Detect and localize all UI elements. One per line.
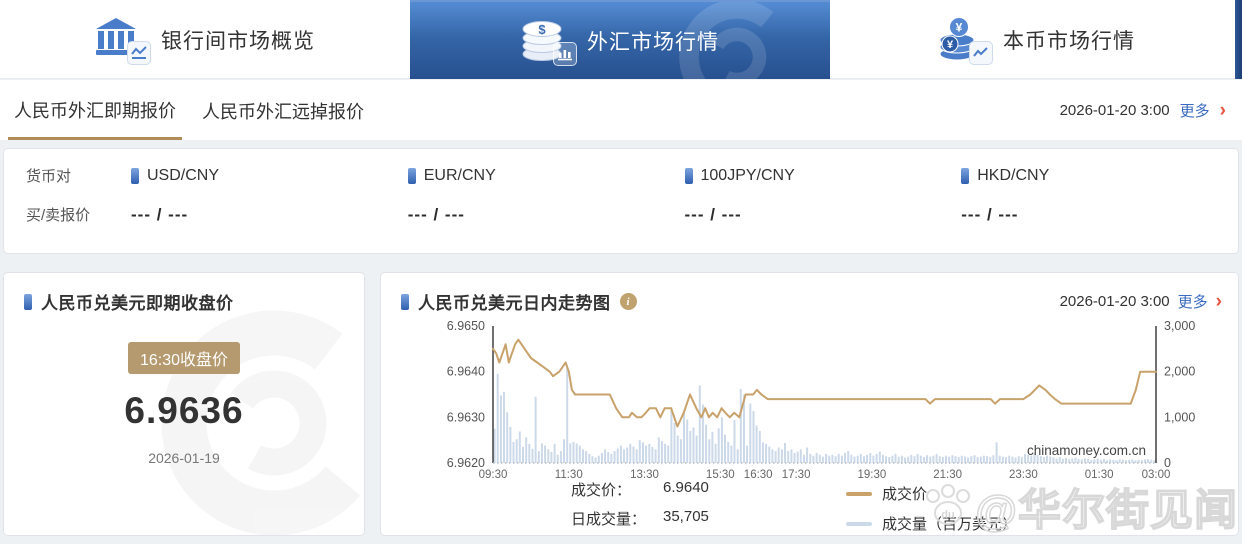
close-time-badge: 16:30收盘价 [127, 342, 241, 374]
chart-timestamp: 2026-01-20 3:00 [1059, 293, 1170, 310]
pair-100jpy-cny[interactable]: 100JPY/CNY [684, 166, 962, 185]
intraday-price-volume-chart[interactable]: 6.9650 6.9640 6.9630 6.9620 3,000 2,000 1,000 0… [389, 311, 1234, 483]
panel-title: 人民币兑美元即期收盘价 [41, 294, 234, 313]
mini-line-chart-icon [127, 40, 151, 65]
svg-text:6.9640: 6.9640 [447, 365, 485, 379]
bank-chart-icon [95, 17, 151, 65]
tab-label: 银行间市场概览 [161, 29, 315, 53]
last-price-value: 6.9640 [663, 479, 709, 496]
yuan-coins-icon: ¥ ¥ [937, 16, 993, 65]
chevron-right-icon[interactable]: › [1216, 292, 1222, 311]
legend-price-label: 成交价 [882, 486, 928, 503]
closing-price-date: 2026-01-19 [148, 450, 220, 466]
more-link[interactable]: 更多 [1180, 100, 1210, 121]
svg-text:$: $ [538, 22, 546, 37]
tab-interbank-overview[interactable]: 银行间市场概览 [0, 0, 410, 79]
chart-stats: 成交价： 6.9640 日成交量： 35,705 [571, 479, 709, 535]
mini-bar-chart-icon [553, 41, 577, 66]
svg-text:0: 0 [1164, 456, 1171, 470]
tab-fx-market[interactable]: $ 外汇市场行情 [410, 0, 830, 79]
closing-price-value: 6.9636 [124, 390, 244, 431]
row-label-bid-ask: 买/卖报价 [26, 207, 91, 224]
blue-marker-icon [24, 293, 32, 310]
blue-marker-icon [961, 167, 970, 184]
quote-timestamp: 2026-01-20 3:00 [1059, 101, 1170, 119]
svg-text:¥: ¥ [956, 20, 963, 34]
day-volume-value: 35,705 [663, 508, 709, 525]
mini-trend-chart-icon [969, 40, 993, 65]
pair-name: EUR/CNY [423, 166, 496, 184]
svg-text:16:30: 16:30 [744, 469, 773, 481]
blue-marker-icon [131, 167, 139, 184]
pair-name: USD/CNY [147, 166, 220, 184]
tab-local-currency-market[interactable]: ¥ ¥ 本币市场行情 [830, 0, 1242, 79]
svg-text:3,000: 3,000 [1164, 319, 1195, 333]
last-price-label: 成交价： [571, 482, 632, 499]
svg-text:01:30: 01:30 [1085, 469, 1114, 481]
svg-text:1,000: 1,000 [1164, 410, 1195, 424]
row-label-currency-pair: 货币对 [26, 168, 72, 185]
tab-label: 外汇市场行情 [587, 30, 719, 54]
tab-label: 本币市场行情 [1003, 29, 1135, 53]
volume-bar-swatch [846, 521, 872, 526]
svg-text:09:30: 09:30 [479, 469, 508, 481]
svg-text:03:00: 03:00 [1142, 469, 1171, 481]
price-line-swatch [846, 491, 872, 496]
blue-marker-icon [407, 167, 416, 184]
svg-text:6.9630: 6.9630 [447, 410, 485, 424]
main-nav: 银行间市场概览 $ 外汇市场行情 ¥ ¥ 本币市场行情 [0, 0, 1242, 79]
svg-text:2,000: 2,000 [1164, 365, 1195, 379]
blue-marker-icon [684, 167, 693, 184]
dollar-coins-icon: $ [521, 18, 577, 66]
fx-quote-table: 货币对 USD/CNY EUR/CNY 100JPY/CNY HKD/CNY 买… [3, 148, 1239, 254]
chevron-right-icon[interactable]: › [1220, 101, 1226, 120]
intraday-chart-panel: 人民币兑美元日内走势图 i 2026-01-20 3:00 更多 › 6.965… [380, 272, 1239, 536]
svg-text:17:30: 17:30 [782, 469, 811, 481]
subtab-spot-quotes[interactable]: 人民币外汇即期报价 [8, 81, 182, 140]
spot-closing-price-panel: 人民币兑美元即期收盘价 16:30收盘价 6.9636 2026-01-19 [3, 272, 365, 536]
pair-hkd-cny[interactable]: HKD/CNY [961, 167, 1238, 185]
bid-ask-eur-cny: --- / --- [407, 204, 465, 224]
legend-volume-label: 成交量（百万美元） [882, 516, 1018, 533]
svg-text:19:30: 19:30 [857, 469, 886, 481]
bid-ask-hkd-cny: --- / --- [961, 204, 1019, 224]
svg-text:21:30: 21:30 [933, 469, 962, 481]
quote-subnav: 人民币外汇即期报价 人民币外汇远掉报价 2026-01-20 3:00 更多 › [0, 80, 1242, 140]
info-icon[interactable]: i [619, 293, 637, 310]
chart-legend: 成交价 成交量（百万美元） [846, 483, 1018, 535]
svg-text:6.9620: 6.9620 [447, 456, 485, 470]
svg-text:15:30: 15:30 [706, 469, 735, 481]
svg-text:chinamoney.com.cn: chinamoney.com.cn [1027, 443, 1146, 458]
svg-text:6.9650: 6.9650 [447, 319, 485, 333]
blue-marker-icon [401, 293, 409, 310]
svg-text:¥: ¥ [947, 39, 954, 51]
bid-ask-usd-cny: --- / --- [131, 204, 189, 224]
pair-name: HKD/CNY [977, 166, 1050, 184]
svg-text:23:30: 23:30 [1009, 469, 1038, 481]
pair-name: 100JPY/CNY [700, 166, 795, 184]
pair-eur-cny[interactable]: EUR/CNY [407, 166, 685, 185]
pair-usd-cny[interactable]: USD/CNY [131, 167, 408, 185]
day-volume-label: 日成交量： [571, 511, 647, 528]
scrollbar-thumb[interactable] [1235, 0, 1242, 79]
more-link[interactable]: 更多 [1178, 291, 1208, 312]
subtab-forward-swap-quotes[interactable]: 人民币外汇远掉报价 [196, 82, 370, 138]
bid-ask-100jpy-cny: --- / --- [684, 204, 742, 224]
